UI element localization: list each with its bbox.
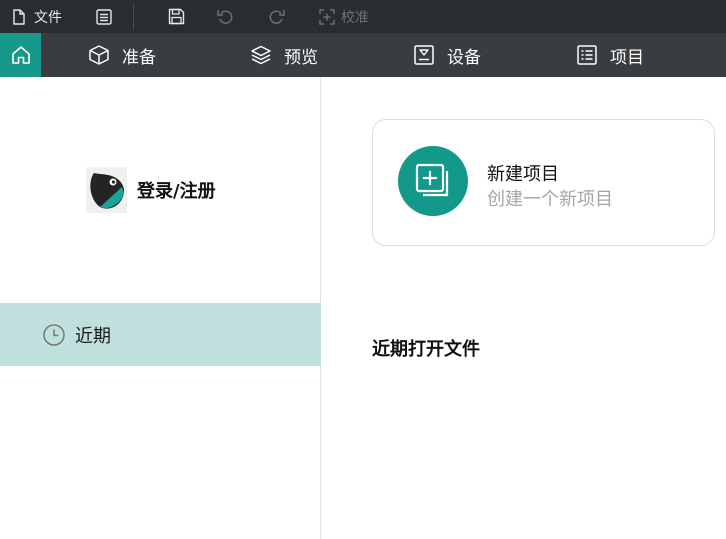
sidebar: 登录/注册 近期	[0, 77, 321, 539]
tab-preview-label: 预览	[284, 47, 318, 68]
redo-icon	[269, 10, 285, 24]
list-icon	[577, 45, 597, 65]
login-label: 登录/注册	[137, 181, 216, 202]
main-navbar: 准备 预览 设备 项目	[0, 33, 726, 77]
toolbar-divider	[133, 3, 134, 30]
tab-device-label: 设备	[447, 47, 481, 68]
tab-prepare[interactable]: 准备	[88, 33, 156, 77]
file-icon	[13, 8, 25, 25]
calibrate-label: 校准	[341, 9, 369, 26]
tab-project-label: 项目	[610, 47, 644, 68]
tab-preview[interactable]: 预览	[250, 33, 318, 77]
sidebar-item-recent[interactable]: 近期	[0, 303, 321, 366]
clock-icon	[43, 323, 65, 346]
document-list-icon	[96, 8, 112, 25]
tab-device[interactable]: 设备	[413, 33, 481, 77]
notes-button[interactable]	[95, 0, 113, 33]
redo-button[interactable]	[267, 0, 286, 33]
layers-icon	[251, 45, 271, 65]
undo-icon	[217, 10, 233, 24]
tab-project[interactable]: 项目	[576, 33, 644, 77]
tab-prepare-label: 准备	[122, 47, 156, 68]
recent-files-heading: 近期打开文件	[372, 339, 480, 360]
new-project-icon	[415, 163, 449, 197]
home-tab[interactable]	[0, 33, 41, 77]
file-menu-label: 文件	[34, 9, 62, 26]
login-button[interactable]: 登录/注册	[86, 167, 216, 213]
calibrate-icon	[319, 8, 335, 25]
save-button[interactable]	[167, 0, 186, 33]
top-toolbar: 文件 校准	[0, 0, 726, 33]
home-icon	[11, 46, 30, 64]
new-project-subtitle: 创建一个新项目	[487, 189, 613, 210]
new-project-card[interactable]: 新建项目 创建一个新项目	[372, 119, 715, 246]
new-project-icon-circle	[398, 146, 468, 216]
calibrate-button[interactable]: 校准	[318, 0, 369, 33]
file-menu[interactable]: 文件	[10, 0, 62, 33]
device-icon	[414, 45, 434, 65]
new-project-title: 新建项目	[487, 164, 559, 185]
save-icon	[168, 8, 185, 25]
avatar	[86, 167, 127, 213]
undo-button[interactable]	[216, 0, 235, 33]
main-content: 新建项目 创建一个新项目 近期打开文件	[322, 77, 726, 539]
sidebar-item-recent-label: 近期	[75, 325, 111, 347]
cube-icon	[89, 45, 109, 65]
